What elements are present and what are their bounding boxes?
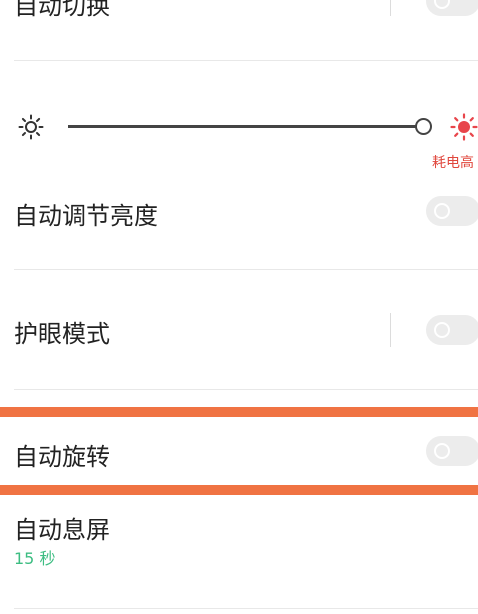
brightness-slider-track[interactable]	[68, 125, 416, 128]
divider	[14, 389, 478, 390]
auto-rotate-row[interactable]: 自动旋转	[0, 417, 478, 485]
auto-brightness-toggle[interactable]	[426, 196, 478, 226]
sun-filled-icon	[450, 113, 478, 141]
auto-rotate-label: 自动旋转	[14, 443, 110, 471]
auto-sleep-row[interactable]: 自动息屏 15 秒	[0, 495, 478, 614]
auto-rotate-toggle[interactable]	[426, 436, 478, 466]
brightness-slider-row: 耗电高	[0, 0, 478, 180]
eye-protection-label: 护眼模式	[14, 320, 110, 348]
highlight-bar-top	[0, 407, 478, 417]
eye-protection-toggle[interactable]	[426, 315, 478, 345]
toggle-knob	[434, 203, 450, 219]
toggle-knob	[434, 322, 450, 338]
divider	[14, 608, 478, 609]
auto-sleep-label: 自动息屏	[14, 516, 110, 544]
eye-protection-row[interactable]: 护眼模式	[0, 270, 478, 390]
high-power-hint: 耗电高	[432, 155, 474, 171]
auto-brightness-row[interactable]: 自动调节亮度	[0, 180, 478, 270]
auto-brightness-label: 自动调节亮度	[14, 202, 158, 230]
auto-sleep-value: 15 秒	[14, 549, 56, 568]
highlight-bar-bottom	[0, 485, 478, 495]
vertical-separator	[390, 313, 391, 347]
sun-outline-icon	[18, 114, 44, 140]
toggle-knob	[434, 443, 450, 459]
brightness-slider-thumb[interactable]	[415, 118, 432, 135]
